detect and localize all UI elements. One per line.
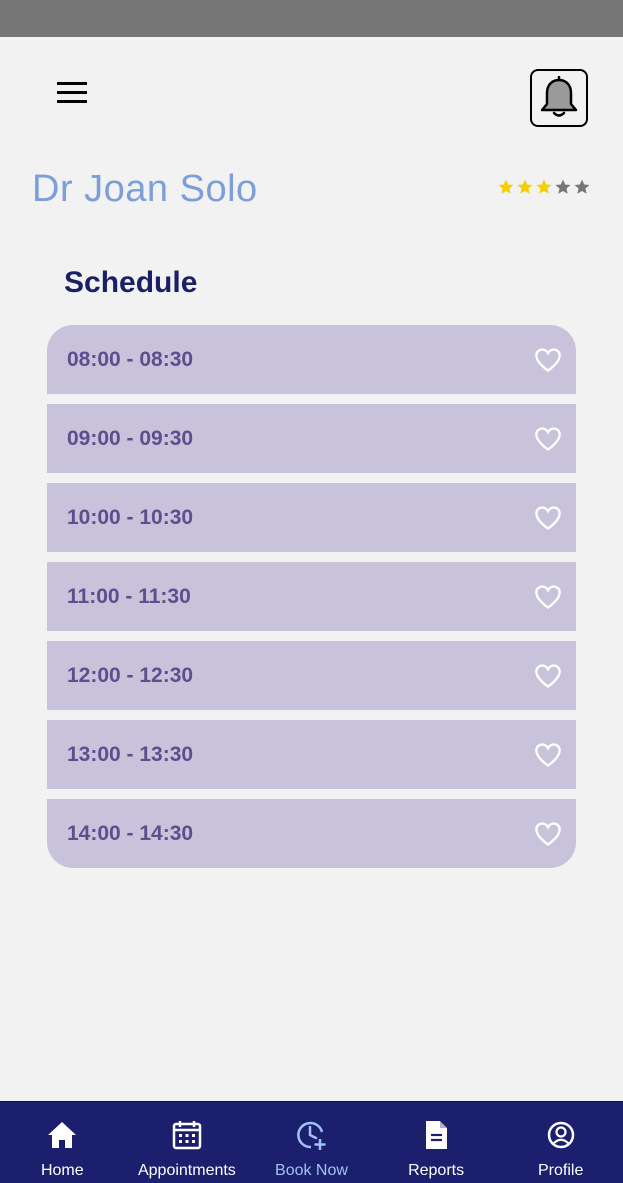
heart-outline-icon[interactable] bbox=[534, 663, 562, 689]
nav-label: Profile bbox=[537, 1162, 584, 1179]
nav-item-book-now[interactable]: Book Now bbox=[249, 1102, 374, 1183]
slot-time: 10:00 - 10:30 bbox=[67, 505, 194, 529]
status-bar bbox=[0, 0, 623, 37]
calendar-icon bbox=[172, 1121, 202, 1150]
schedule-slot[interactable]: 08:00 - 08:30 bbox=[47, 325, 576, 394]
bell-icon bbox=[540, 76, 578, 117]
nav-label: Book Now bbox=[275, 1162, 348, 1179]
star-icon bbox=[517, 179, 533, 194]
star-icon bbox=[555, 179, 571, 194]
schedule-slot[interactable]: 14:00 - 14:30 bbox=[47, 799, 576, 868]
hamburger-menu-icon[interactable] bbox=[52, 76, 92, 108]
document-icon bbox=[426, 1121, 448, 1149]
nav-label: Home bbox=[40, 1162, 84, 1179]
schedule-slot[interactable]: 11:00 - 11:30 bbox=[47, 562, 576, 631]
slot-time: 12:00 - 12:30 bbox=[67, 663, 194, 687]
heart-outline-icon[interactable] bbox=[534, 584, 562, 610]
schedule-slot[interactable]: 13:00 - 13:30 bbox=[47, 720, 576, 789]
nav-item-reports[interactable]: Reports bbox=[374, 1102, 499, 1183]
home-icon bbox=[48, 1122, 77, 1148]
nav-item-home[interactable]: Home bbox=[0, 1102, 125, 1183]
nav-label: Appointments bbox=[137, 1162, 236, 1179]
star-icon bbox=[574, 179, 590, 194]
heart-outline-icon[interactable] bbox=[534, 821, 562, 847]
rating-stars bbox=[497, 178, 591, 196]
slot-time: 11:00 - 11:30 bbox=[67, 584, 191, 608]
heart-outline-icon[interactable] bbox=[534, 426, 562, 452]
star-icon bbox=[498, 179, 514, 194]
doctor-name: Dr Joan Solo bbox=[32, 168, 258, 210]
heart-outline-icon[interactable] bbox=[534, 505, 562, 531]
star-icon bbox=[536, 179, 552, 194]
slot-time: 09:00 - 09:30 bbox=[67, 426, 194, 450]
nav-item-appointments[interactable]: Appointments bbox=[125, 1102, 250, 1183]
schedule-slot[interactable]: 12:00 - 12:30 bbox=[47, 641, 576, 710]
clock-plus-icon bbox=[297, 1121, 326, 1150]
nav-label: Reports bbox=[408, 1162, 465, 1179]
slot-time: 08:00 - 08:30 bbox=[67, 347, 194, 371]
heart-outline-icon[interactable] bbox=[534, 347, 562, 373]
notifications-button[interactable] bbox=[530, 69, 588, 127]
profile-icon bbox=[547, 1121, 574, 1149]
slot-time: 14:00 - 14:30 bbox=[67, 821, 194, 845]
schedule-title: Schedule bbox=[64, 266, 198, 299]
schedule-list: 08:00 - 08:30 09:00 - 09:30 10:00 - 10:3… bbox=[47, 325, 576, 878]
slot-time: 13:00 - 13:30 bbox=[67, 742, 194, 766]
bottom-nav: Home Appointments Book Now Reports Profi… bbox=[0, 1101, 623, 1183]
nav-item-profile[interactable]: Profile bbox=[498, 1102, 623, 1183]
schedule-slot[interactable]: 10:00 - 10:30 bbox=[47, 483, 576, 552]
heart-outline-icon[interactable] bbox=[534, 742, 562, 768]
schedule-slot[interactable]: 09:00 - 09:30 bbox=[47, 404, 576, 473]
